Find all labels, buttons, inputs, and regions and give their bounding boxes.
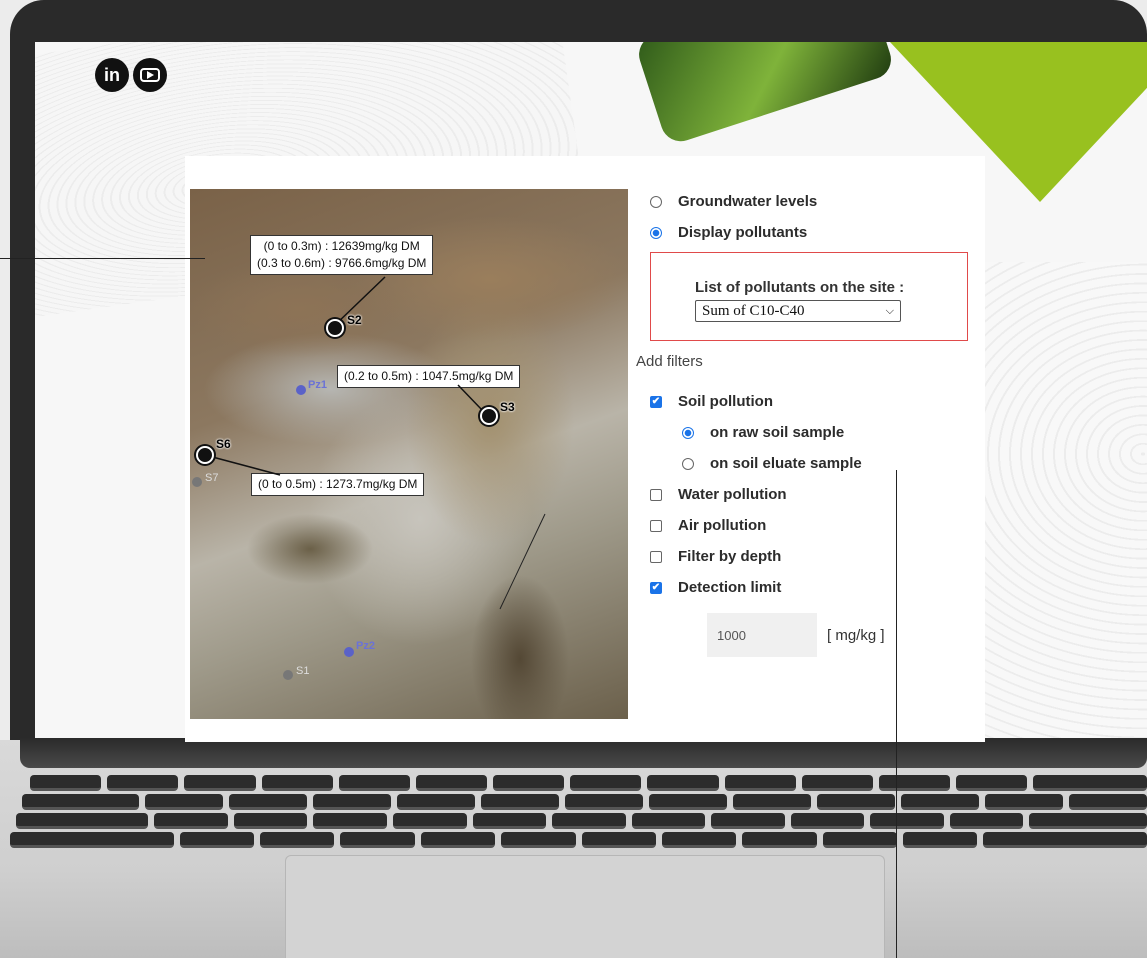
keyboard: [10, 775, 1147, 851]
raw-soil-label: on raw soil sample: [710, 424, 845, 441]
sample-point-s1[interactable]: [283, 670, 293, 680]
sample-point-s6[interactable]: [196, 446, 214, 464]
add-filters-heading: Add filters: [636, 353, 703, 370]
social-links: in: [95, 58, 167, 92]
keyboard-row: [30, 775, 1147, 791]
point-label-pz1: Pz1: [308, 379, 327, 391]
groundwater-radio[interactable]: [650, 195, 662, 208]
app-panel: (0 to 0.3m) : 12639mg/kg DM (0.3 to 0.6m…: [185, 156, 985, 742]
sample-point-s3[interactable]: [480, 407, 498, 425]
filter-by-depth[interactable]: Filter by depth: [650, 541, 980, 572]
satellite-map[interactable]: (0 to 0.3m) : 12639mg/kg DM (0.3 to 0.6m…: [190, 189, 628, 719]
map-leader-lines: [204, 276, 546, 610]
pollutant-select[interactable]: Sum of C10-C40 ⌵: [695, 300, 901, 322]
linkedin-icon[interactable]: in: [95, 58, 129, 92]
keyboard-row: [16, 813, 1147, 829]
piezometer-point-pz2[interactable]: [344, 647, 354, 657]
laptop-hinge: [20, 738, 1147, 768]
point-label-s2: S2: [347, 313, 362, 327]
sample-point-s2[interactable]: [326, 319, 344, 337]
eluate-soil-radio[interactable]: [682, 457, 694, 470]
detection-limit-label: Detection limit: [678, 579, 782, 596]
option-display-pollutants[interactable]: Display pollutants: [650, 217, 980, 248]
water-pollution-checkbox[interactable]: [650, 488, 662, 501]
eluate-soil-label: on soil eluate sample: [710, 455, 862, 472]
youtube-icon[interactable]: [133, 58, 167, 92]
groundwater-label: Groundwater levels: [678, 193, 818, 210]
point-label-s7: S7: [205, 472, 219, 484]
soil-pollution-checkbox[interactable]: ✔: [650, 395, 662, 408]
air-pollution-label: Air pollution: [678, 517, 767, 534]
pollutant-list-title: List of pollutants on the site :: [695, 279, 905, 296]
filter-air-pollution[interactable]: Air pollution: [650, 510, 980, 541]
point-label-s1: S1: [296, 665, 310, 677]
display-pollutants-radio[interactable]: [650, 226, 662, 239]
soil-pollution-label: Soil pollution: [678, 393, 773, 410]
keyboard-row: [22, 794, 1147, 810]
keyboard-row: [10, 832, 1147, 848]
filter-depth-label: Filter by depth: [678, 548, 782, 565]
pollutant-list-box: List of pollutants on the site : Sum of …: [650, 252, 968, 341]
display-pollutants-label: Display pollutants: [678, 224, 808, 241]
unit-label: [ mg/kg ]: [827, 626, 885, 644]
pollutant-select-value: Sum of C10-C40: [702, 302, 805, 319]
detection-limit-input[interactable]: 1000: [707, 613, 817, 657]
trackpad[interactable]: [285, 855, 885, 958]
sample-point-s7[interactable]: [192, 477, 202, 487]
leaf-image: [633, 42, 897, 147]
water-pollution-label: Water pollution: [678, 486, 787, 503]
raw-soil-radio[interactable]: [682, 426, 694, 439]
filter-raw-soil[interactable]: on raw soil sample: [650, 417, 980, 448]
point-label-pz2: Pz2: [356, 640, 375, 652]
callout-line-right: [896, 470, 897, 958]
detection-limit-checkbox[interactable]: ✔: [650, 581, 662, 594]
options-panel: Groundwater levels Display pollutants Li…: [636, 186, 980, 657]
option-groundwater[interactable]: Groundwater levels: [650, 186, 980, 217]
detection-limit-row: 1000 [ mg/kg ]: [650, 613, 980, 657]
filter-detection-limit[interactable]: ✔ Detection limit: [650, 572, 980, 603]
screen: in (0 to 0.3m) : 12639mg/kg DM (0.3 to 0…: [35, 42, 1147, 742]
filter-soil-pollution[interactable]: ✔ Soil pollution: [650, 386, 980, 417]
callout-line-left: [0, 258, 205, 259]
chevron-down-icon: ⌵: [885, 304, 894, 317]
filter-eluate-soil[interactable]: on soil eluate sample: [650, 448, 980, 479]
point-label-s6: S6: [216, 437, 231, 451]
filter-depth-checkbox[interactable]: [650, 550, 662, 563]
piezometer-point-pz1[interactable]: [296, 385, 306, 395]
filter-water-pollution[interactable]: Water pollution: [650, 479, 980, 510]
air-pollution-checkbox[interactable]: [650, 519, 662, 532]
point-label-s3: S3: [500, 400, 515, 414]
